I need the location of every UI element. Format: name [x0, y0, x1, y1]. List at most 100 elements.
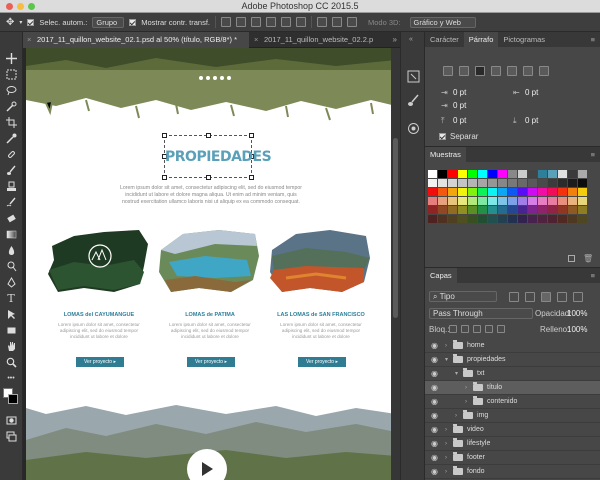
color-swatch[interactable]: [468, 197, 477, 205]
first-line-indent-field[interactable]: 0 pt: [453, 101, 466, 110]
document-canvas[interactable]: PROPIEDADES Lorem ipsum dolor sit amet, …: [26, 48, 396, 480]
color-swatch[interactable]: [448, 170, 457, 178]
align-bottom-icon[interactable]: [251, 17, 261, 27]
color-swatch[interactable]: [568, 170, 577, 178]
color-swatch[interactable]: [508, 215, 517, 223]
tool-preset-dropdown[interactable]: ▾: [19, 19, 22, 26]
filter-type-icon[interactable]: [541, 292, 551, 302]
space-after-field[interactable]: 0 pt: [525, 116, 538, 125]
color-swatch[interactable]: [448, 215, 457, 223]
type-icon[interactable]: T: [4, 292, 18, 305]
color-swatch[interactable]: [578, 188, 587, 196]
color-swatch[interactable]: [568, 188, 577, 196]
justify-last-left-icon[interactable]: [491, 66, 501, 76]
justify-last-right-icon[interactable]: [523, 66, 533, 76]
blend-mode-dropdown[interactable]: Pass Through: [429, 308, 533, 319]
lock-artboard-icon[interactable]: [485, 325, 493, 333]
color-swatch[interactable]: [538, 197, 547, 205]
color-swatch[interactable]: [558, 206, 567, 214]
expand-chevron-icon[interactable]: ›: [445, 423, 447, 437]
filter-shape-icon[interactable]: [557, 292, 567, 302]
scrollbar-thumb[interactable]: [393, 138, 398, 318]
lasso-icon[interactable]: [4, 84, 18, 97]
color-swatch[interactable]: [528, 215, 537, 223]
auto-select-checkbox[interactable]: [27, 18, 35, 26]
color-swatch[interactable]: [428, 179, 437, 187]
color-swatch[interactable]: [458, 206, 467, 214]
color-swatch[interactable]: [428, 188, 437, 196]
view-project-button[interactable]: Ver proyecto ▸: [76, 357, 124, 367]
layer-row[interactable]: ◉ › lifestyle: [425, 437, 600, 451]
left-indent-field[interactable]: 0 pt: [453, 88, 466, 97]
color-swatch[interactable]: [458, 197, 467, 205]
expand-chevron-icon[interactable]: ›: [445, 339, 447, 353]
layer-row[interactable]: ◉ › fondo: [425, 465, 600, 479]
background-color-swatch[interactable]: [8, 394, 18, 404]
color-swatch[interactable]: [578, 170, 587, 178]
color-swatch[interactable]: [568, 197, 577, 205]
align-top-icon[interactable]: [221, 17, 231, 27]
tab-document-2[interactable]: × 2017_11_quillon_website_02.2.p: [250, 32, 390, 48]
layer-row[interactable]: ◉ › contenido: [425, 395, 600, 409]
tab-layers[interactable]: Capas: [425, 268, 457, 283]
color-swatch[interactable]: [558, 197, 567, 205]
color-swatch[interactable]: [498, 179, 507, 187]
color-swatch[interactable]: [538, 170, 547, 178]
view-project-button[interactable]: Ver proyecto ▸: [187, 357, 235, 367]
expand-chevron-icon[interactable]: ▾: [445, 353, 448, 367]
move-tool-icon[interactable]: ✥: [6, 17, 14, 28]
color-swatch[interactable]: [458, 179, 467, 187]
color-swatch[interactable]: [498, 188, 507, 196]
color-swatch[interactable]: [488, 170, 497, 178]
color-swatch[interactable]: [448, 188, 457, 196]
color-swatch[interactable]: [438, 215, 447, 223]
layer-filter-dropdown[interactable]: ⌕ Tipo: [429, 291, 497, 302]
eyedropper-icon[interactable]: [4, 132, 18, 145]
expand-chevron-icon[interactable]: ›: [445, 451, 447, 465]
layer-row[interactable]: ◉ ▾ propiedades: [425, 353, 600, 367]
eraser-icon[interactable]: [4, 212, 18, 225]
eye-icon[interactable]: ◉: [431, 398, 438, 406]
color-swatch[interactable]: [468, 215, 477, 223]
screen-mode-icon[interactable]: [4, 430, 18, 443]
expand-chevron-icon[interactable]: ›: [465, 381, 467, 395]
brush-settings-icon[interactable]: [407, 94, 420, 109]
show-transform-checkbox[interactable]: [129, 18, 137, 26]
color-swatch[interactable]: [488, 188, 497, 196]
eye-icon[interactable]: ◉: [431, 454, 438, 462]
crop-icon[interactable]: [4, 116, 18, 129]
layer-row[interactable]: ◉ ▾ txt: [425, 367, 600, 381]
adjustments-icon[interactable]: [407, 122, 420, 137]
color-swatch[interactable]: [518, 206, 527, 214]
color-swatch[interactable]: [448, 206, 457, 214]
swatch-grid[interactable]: [428, 170, 587, 228]
rectangle-icon[interactable]: [4, 324, 18, 337]
delete-swatch-icon[interactable]: 🗑: [583, 255, 593, 263]
color-swatch[interactable]: [548, 170, 557, 178]
filter-adjustment-icon[interactable]: [525, 292, 535, 302]
quick-select-icon[interactable]: [4, 100, 18, 113]
opacity-field[interactable]: 100%: [567, 309, 587, 318]
distribute-icon[interactable]: [332, 17, 342, 27]
quick-mask-icon[interactable]: [4, 414, 18, 427]
justify-all-icon[interactable]: [539, 66, 549, 76]
color-swatch[interactable]: [458, 170, 467, 178]
eye-icon[interactable]: ◉: [431, 412, 438, 420]
lock-pixels-icon[interactable]: [449, 325, 457, 333]
filter-smart-object-icon[interactable]: [573, 292, 583, 302]
dodge-icon[interactable]: [4, 260, 18, 273]
view-project-button[interactable]: Ver proyecto ▸: [298, 357, 346, 367]
right-indent-field[interactable]: 0 pt: [525, 88, 538, 97]
eye-icon[interactable]: ◉: [431, 370, 438, 378]
color-swatch[interactable]: [478, 188, 487, 196]
color-swatch[interactable]: [458, 188, 467, 196]
color-swatch[interactable]: [428, 197, 437, 205]
color-swatch[interactable]: [568, 179, 577, 187]
eye-icon[interactable]: ◉: [431, 342, 438, 350]
color-swatch[interactable]: [438, 179, 447, 187]
color-swatch[interactable]: [468, 206, 477, 214]
filter-pixel-icon[interactable]: [509, 292, 519, 302]
color-swatch[interactable]: [508, 188, 517, 196]
distribute-icon[interactable]: [347, 17, 357, 27]
eye-icon[interactable]: ◉: [431, 468, 438, 476]
